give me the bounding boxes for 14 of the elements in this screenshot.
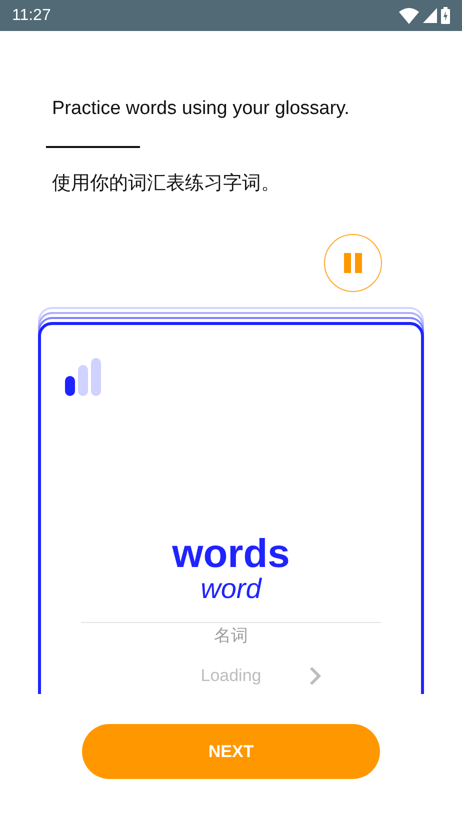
- part-of-speech: 名词: [214, 626, 248, 645]
- headword: words: [172, 534, 290, 574]
- status-time: 11:27: [12, 6, 51, 26]
- battery-icon: [441, 7, 450, 24]
- lemma: word: [200, 573, 262, 604]
- chevron-icon[interactable]: [309, 666, 322, 686]
- wifi-icon: [399, 8, 419, 24]
- next-button[interactable]: NEXT: [82, 724, 380, 779]
- pause-icon: [343, 252, 363, 274]
- difficulty-bars-icon: [65, 358, 101, 396]
- signal-icon: [423, 8, 437, 23]
- instruction-translation: 使用你的词汇表练习字词。: [52, 172, 281, 196]
- loading-text: Loading: [200, 665, 262, 687]
- instruction-text: Practice words using your glossary.: [52, 97, 350, 121]
